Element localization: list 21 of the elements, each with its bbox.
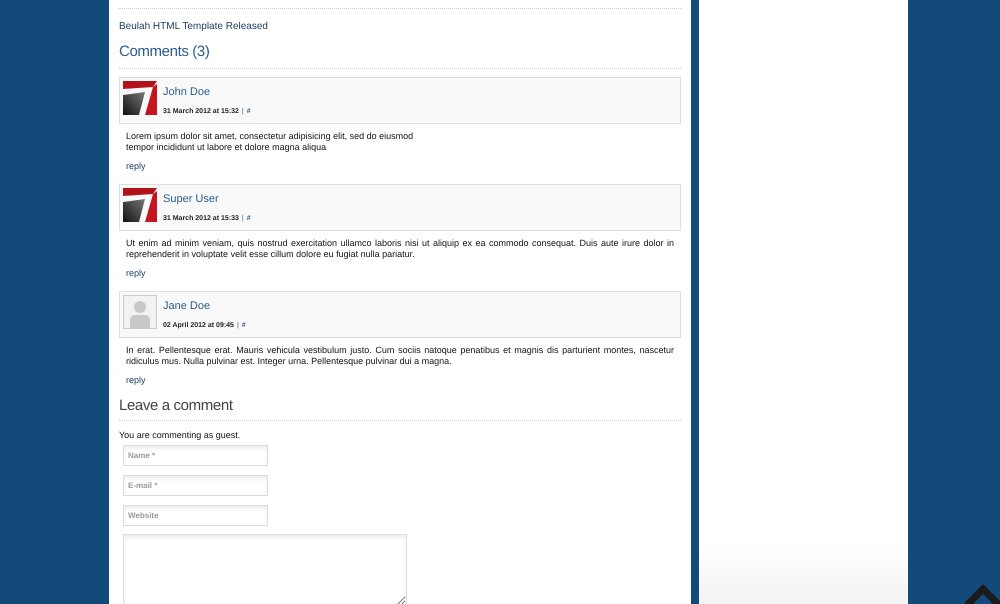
comment-text: In erat. Pellentesque erat. Mauris vehicula vestibulum justo. Cum sociis natoque penatibus et magnis dis parturient montes, nascetur ridiculus mus. Nulla pulvinar est. Integer urna. Pellentesque pulvinar dui a magna. — [125, 345, 675, 367]
input-field[interactable]: Website — [123, 505, 268, 526]
comment-text: Lorem ipsum dolor sit amet, consectetur adipisicing elit, sed do eiusmod tempor incididunt ut labore et dolore magna aliqua — [125, 131, 414, 153]
reply-link[interactable]: reply — [119, 160, 681, 172]
comments-heading: Comments (3) — [119, 42, 211, 62]
input-field[interactable]: Name * — [123, 445, 268, 466]
input-field[interactable]: E-mail * — [123, 475, 268, 496]
guest-note: You are commenting as guest. — [119, 429, 242, 441]
author-name[interactable]: Super User — [163, 192, 251, 206]
reply-link[interactable]: reply — [119, 267, 681, 279]
reply-link[interactable]: reply — [119, 374, 681, 386]
author-name[interactable]: Jane Doe — [163, 299, 246, 313]
comment-textarea[interactable] — [123, 534, 407, 604]
author-name[interactable]: John Doe — [163, 85, 251, 99]
section-heading: Leave a comment — [119, 396, 234, 416]
logo-avatar-icon — [123, 188, 157, 222]
comment-text: Ut enim ad minim veniam, quis nostrud exercitation ullamco laboris nisi ut aliquip ex ea commodo consequat. Duis aute irure dolor in reprehenderit in voluptate velit esse cillum dolore eu fugiat nulla pariatur. — [125, 238, 675, 260]
logo-avatar-icon — [123, 81, 157, 115]
post-link[interactable]: Beulah HTML Template Released — [119, 20, 681, 34]
user-avatar-icon — [123, 295, 157, 329]
scroll-top-icon[interactable] — [965, 584, 1000, 604]
